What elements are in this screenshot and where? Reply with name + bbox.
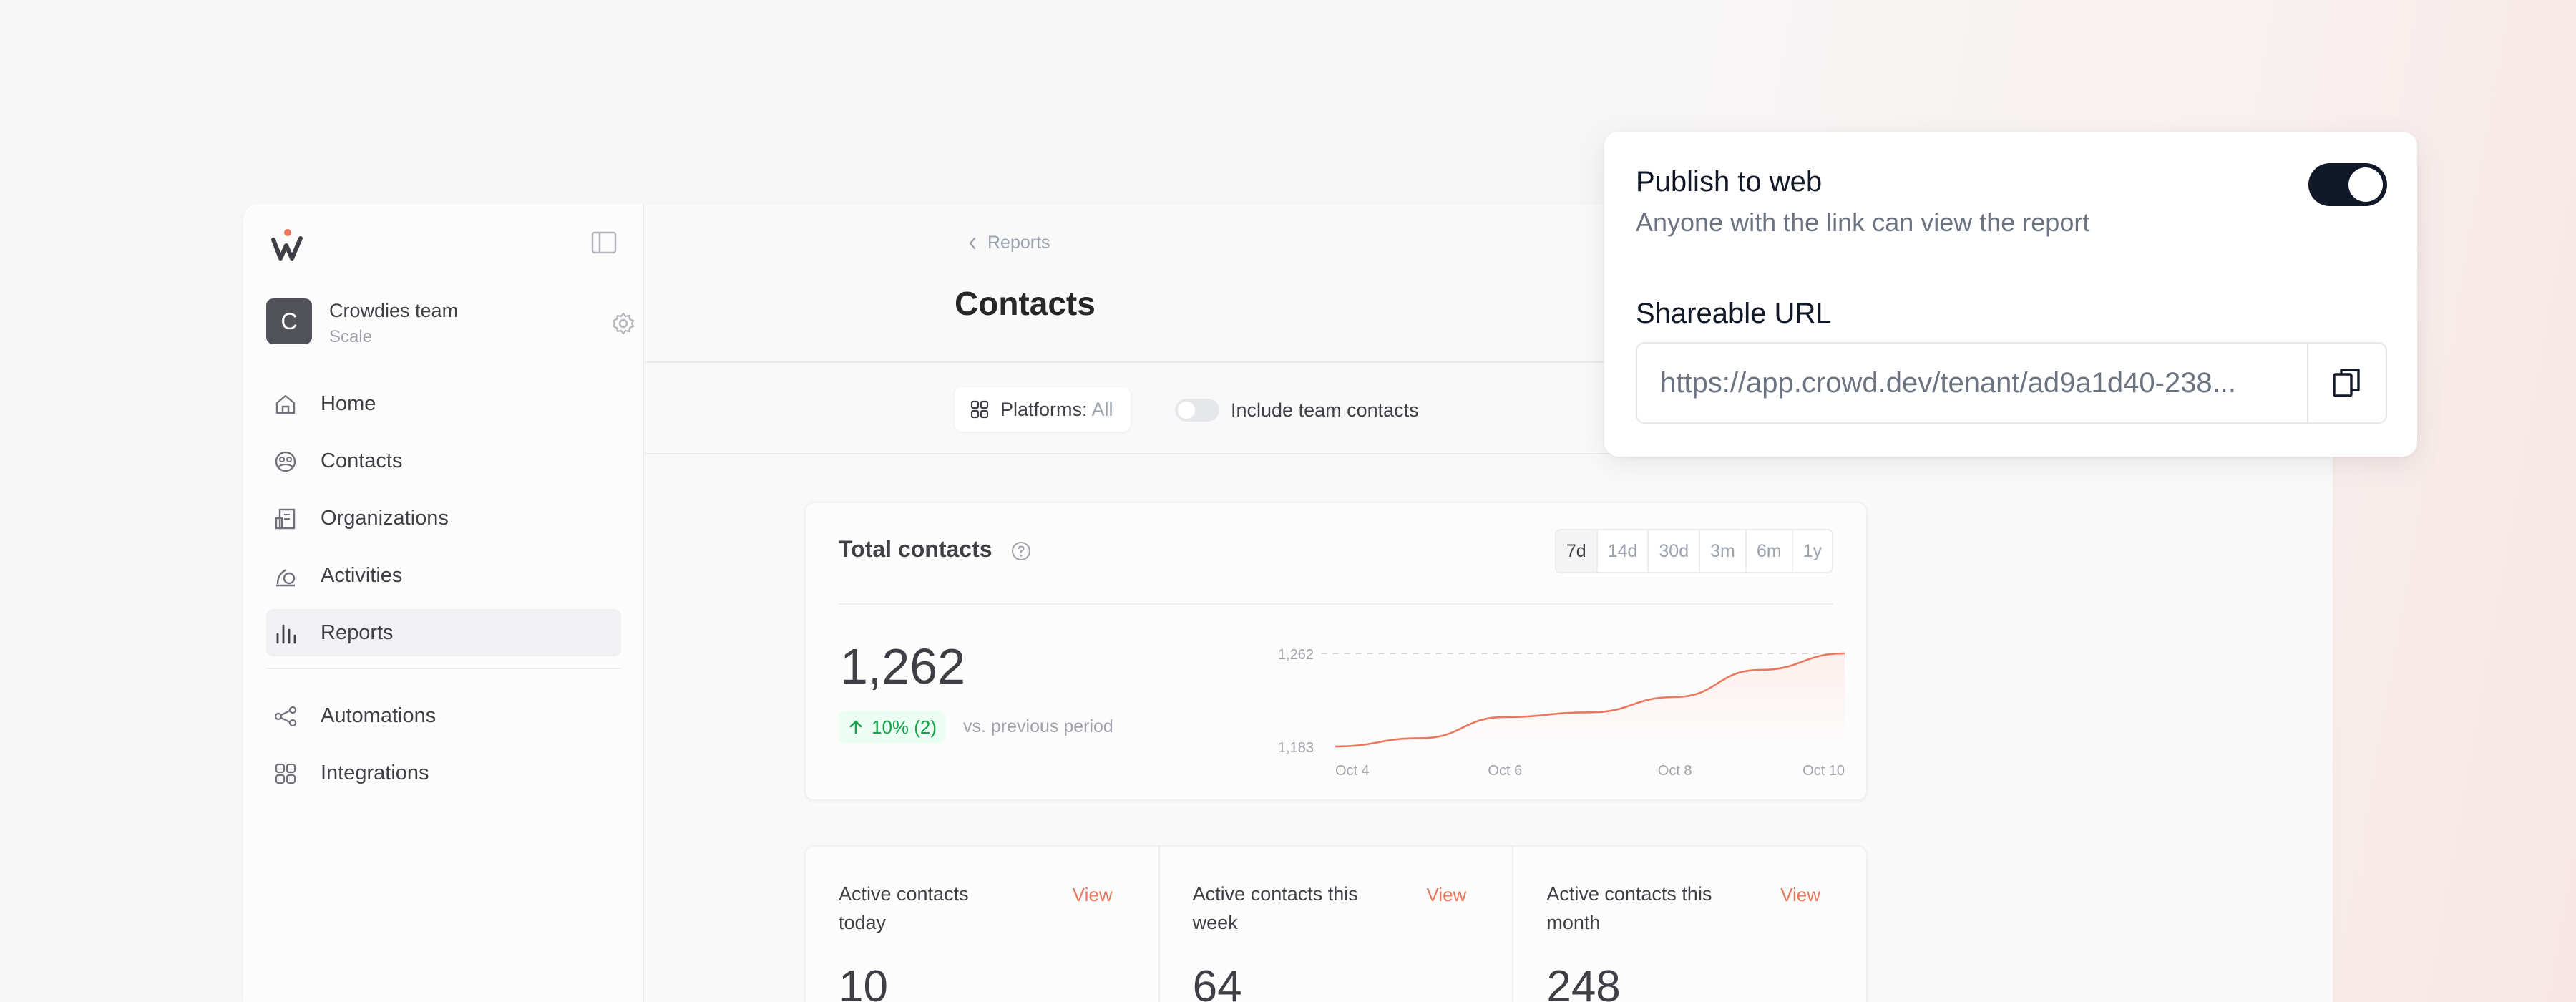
shareable-url-field: https://app.crowd.dev/tenant/ad9a1d40-23…: [1636, 342, 2387, 424]
view-link[interactable]: View: [1073, 884, 1113, 906]
sidebar-item-organizations[interactable]: Organizations: [266, 495, 621, 542]
sidebar-nav: Home Contacts Organizations Activities R…: [266, 380, 621, 807]
platforms-filter-button[interactable]: Platforms: All: [955, 387, 1131, 432]
x-tick-label: Oct 10: [1802, 763, 1845, 779]
stat-value: 64: [1192, 962, 1242, 1002]
range-6m[interactable]: 6m: [1747, 530, 1793, 572]
time-range-selector: 7d 14d 30d 3m 6m 1y: [1554, 529, 1833, 573]
sidebar-item-label: Reports: [321, 621, 394, 644]
activities-icon: [276, 568, 296, 587]
y-tick-label: 1,262: [1278, 647, 1314, 663]
sidebar-item-label: Integrations: [321, 761, 429, 784]
reports-icon: [276, 624, 296, 644]
sidebar-item-label: Organizations: [321, 506, 449, 530]
crowd-logo-icon[interactable]: [270, 225, 308, 263]
publish-toggle[interactable]: [2308, 163, 2387, 206]
sidebar-item-home[interactable]: Home: [266, 380, 621, 427]
platforms-filter-label: Platforms:: [1000, 398, 1088, 420]
publish-subtitle: Anyone with the link can view the report: [1636, 208, 2090, 237]
sidebar-item-automations[interactable]: Automations: [266, 692, 621, 739]
view-link[interactable]: View: [1426, 884, 1466, 906]
stat-label: Active contacts this week: [1192, 883, 1358, 933]
shareable-url-input[interactable]: https://app.crowd.dev/tenant/ad9a1d40-23…: [1637, 344, 2307, 422]
gear-icon[interactable]: [611, 311, 635, 336]
range-30d[interactable]: 30d: [1649, 530, 1701, 572]
stat-label: Active contacts today: [839, 883, 969, 933]
workspace-name: Crowdies team: [329, 300, 459, 321]
chart-area: [1335, 653, 1845, 746]
publish-title: Publish to web: [1636, 166, 1823, 198]
sidebar-item-label: Home: [321, 391, 376, 415]
sidebar-item-label: Automations: [321, 704, 436, 727]
stat-active-week: Active contacts this week View 64: [1160, 847, 1514, 1002]
x-axis-ticks: Oct 4 Oct 6 Oct 8 Oct 10: [1335, 763, 1845, 779]
arrow-up-icon: [849, 720, 862, 734]
view-link[interactable]: View: [1780, 884, 1820, 906]
sidebar: C Crowdies team Scale Home Contacts Orga…: [243, 204, 644, 1002]
range-3m[interactable]: 3m: [1700, 530, 1747, 572]
delta-badge: 10% (2): [839, 711, 946, 744]
include-team-switch[interactable]: [1175, 399, 1219, 422]
contacts-icon: [275, 451, 296, 472]
integrations-icon: [275, 763, 296, 784]
stat-value: 10: [839, 962, 888, 1002]
include-team-label: Include team contacts: [1231, 399, 1419, 421]
sidebar-item-integrations[interactable]: Integrations: [266, 749, 621, 797]
x-tick-label: Oct 6: [1488, 763, 1522, 779]
copy-url-button[interactable]: [2307, 344, 2386, 422]
workspace-switcher[interactable]: C Crowdies team Scale: [266, 297, 635, 347]
shareable-url-label: Shareable URL: [1636, 298, 1832, 329]
sidebar-item-label: Activities: [321, 563, 403, 587]
card-divider: [839, 603, 1833, 605]
x-tick-label: Oct 8: [1658, 763, 1692, 779]
y-tick-label: 1,183: [1278, 740, 1314, 756]
x-tick-label: Oct 4: [1335, 763, 1370, 779]
help-icon[interactable]: [1010, 540, 1032, 562]
platforms-filter-value: All: [1091, 398, 1113, 420]
chevron-left-icon: [969, 237, 976, 249]
range-14d[interactable]: 14d: [1598, 530, 1649, 572]
card-title: Total contacts: [839, 536, 992, 562]
publish-popover: Publish to web Anyone with the link can …: [1604, 132, 2417, 457]
sidebar-collapse-icon[interactable]: [591, 231, 617, 254]
grid-icon: [970, 400, 989, 419]
workspace-plan: Scale: [329, 327, 373, 346]
stat-active-month: Active contacts this month View 248: [1513, 847, 1866, 1002]
stat-active-today: Active contacts today View 10: [806, 847, 1160, 1002]
toggle-knob: [2348, 167, 2383, 202]
delta-value: 10% (2): [872, 716, 937, 738]
breadcrumb-label: Reports: [987, 233, 1050, 253]
active-contacts-row: Active contacts today View 10 Active con…: [804, 845, 1868, 1002]
workspace-avatar: C: [266, 298, 312, 344]
sidebar-item-activities[interactable]: Activities: [266, 552, 621, 599]
page-title: Contacts: [955, 285, 1096, 322]
breadcrumb[interactable]: Reports: [967, 233, 1050, 253]
organizations-icon: [275, 508, 296, 530]
total-contacts-value: 1,262: [840, 638, 966, 694]
copy-icon: [2333, 369, 2360, 397]
sidebar-item-reports[interactable]: Reports: [266, 609, 621, 656]
total-contacts-chart: 1,262 1,183 Oct 4 Oct 6 Oct 8 Oct 10: [1278, 647, 1845, 779]
delta-note: vs. previous period: [963, 716, 1113, 736]
range-7d[interactable]: 7d: [1556, 530, 1598, 572]
stat-label: Active contacts this month: [1546, 883, 1712, 933]
total-contacts-card: Total contacts 7d 14d 30d 3m 6m 1y 1,262…: [804, 502, 1868, 801]
include-team-toggle[interactable]: Include team contacts: [1175, 399, 1419, 422]
stat-value: 248: [1546, 962, 1621, 1002]
sidebar-divider: [266, 668, 621, 669]
automations-icon: [274, 706, 297, 727]
sidebar-item-contacts[interactable]: Contacts: [266, 437, 621, 485]
sidebar-item-label: Contacts: [321, 449, 403, 472]
home-icon: [275, 394, 296, 414]
range-1y[interactable]: 1y: [1793, 530, 1832, 572]
